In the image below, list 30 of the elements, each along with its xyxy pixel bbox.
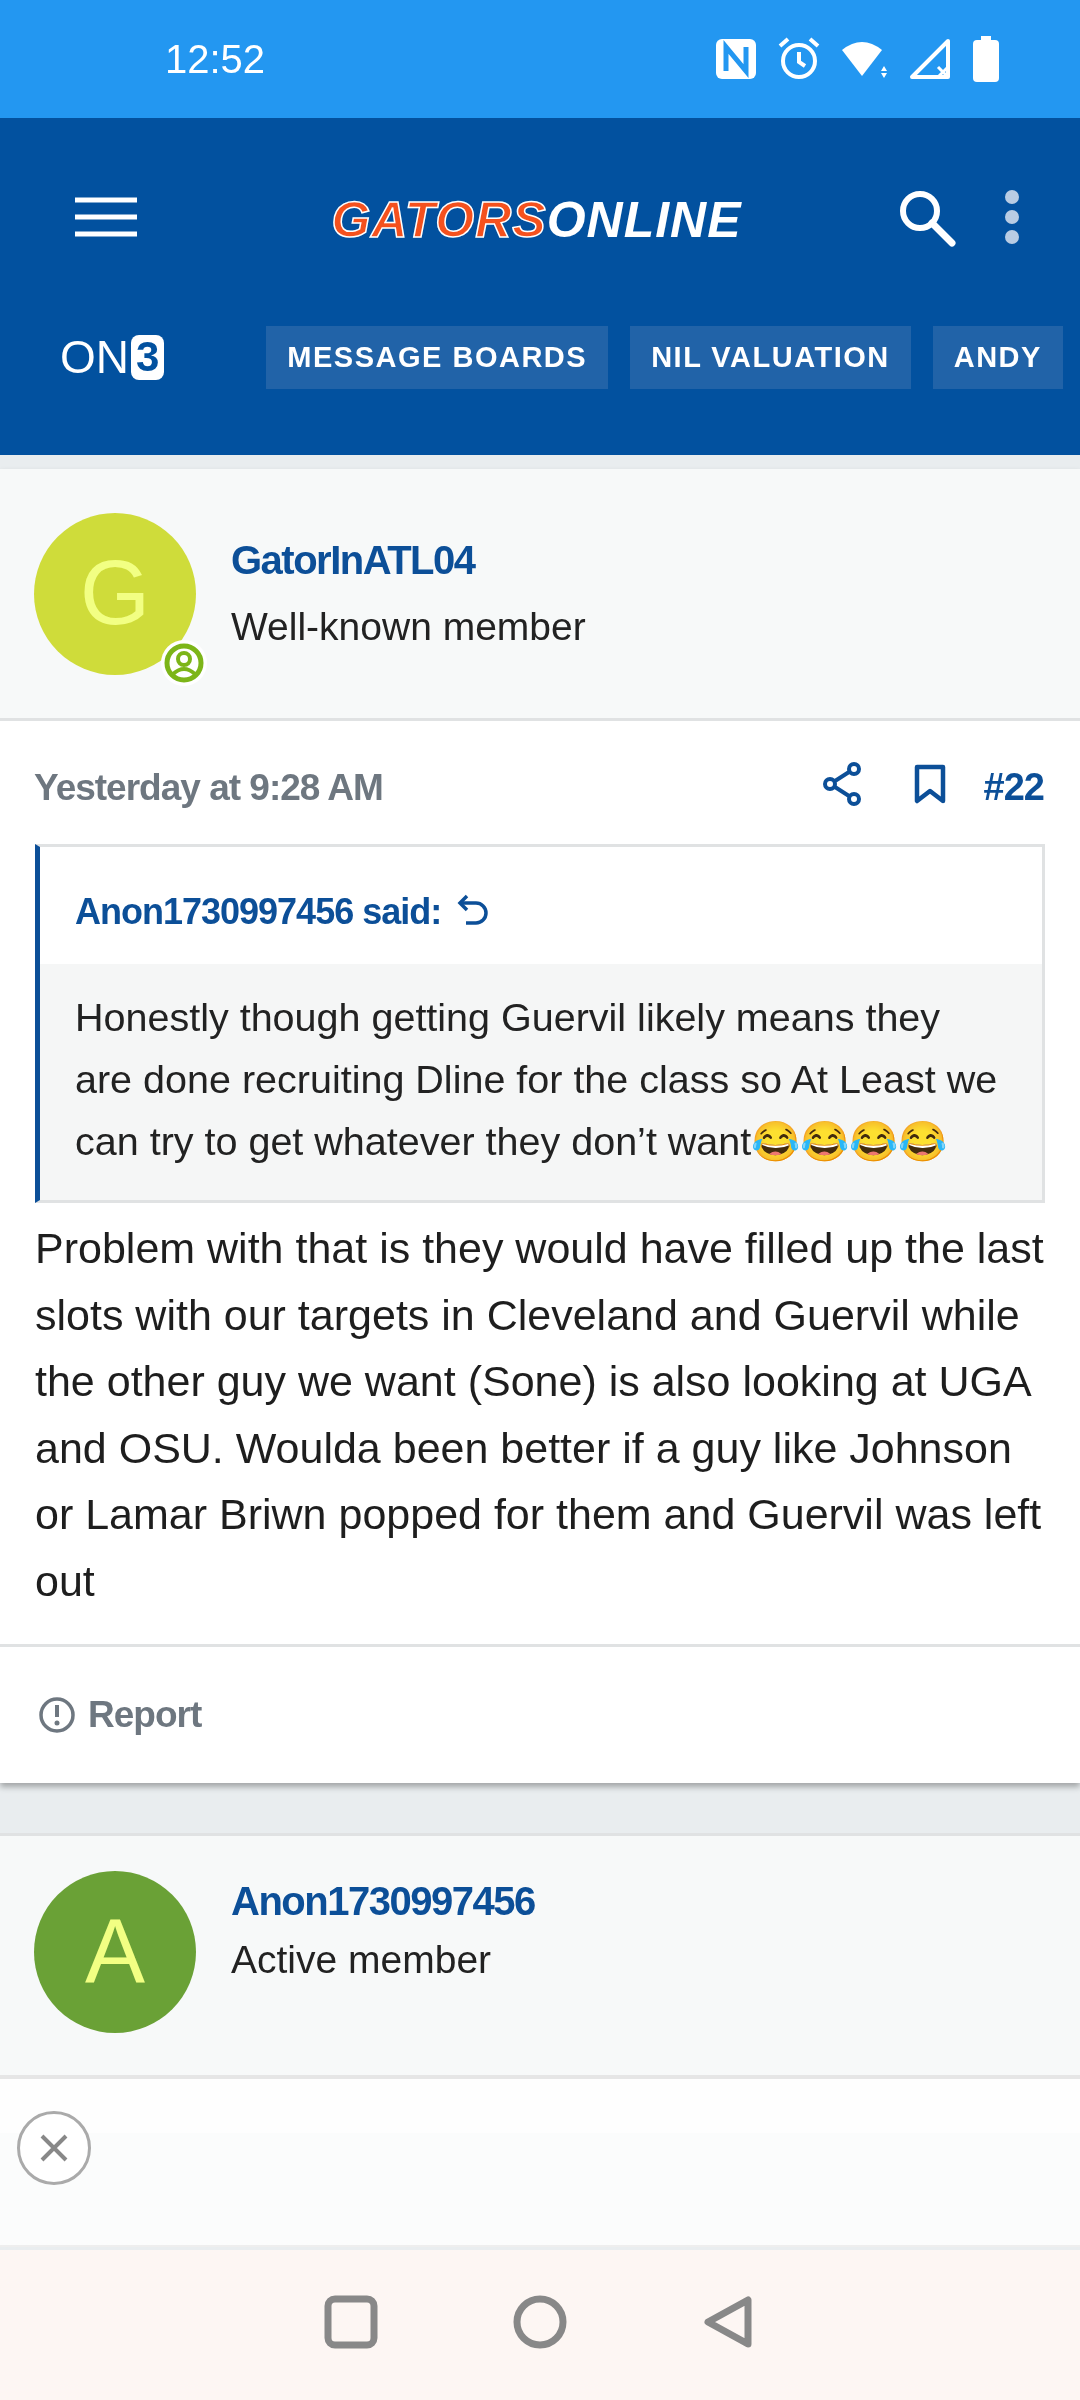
menu-icon	[75, 196, 137, 238]
battery-icon	[972, 36, 1000, 82]
nav-link[interactable]: ANDY	[932, 325, 1063, 390]
post-number-link[interactable]: #22	[983, 759, 1044, 816]
username-link[interactable]: Anon1730997456	[231, 1870, 535, 1931]
quote-author: Anon1730997456 said:	[75, 890, 442, 934]
circle-icon	[513, 2294, 567, 2349]
quote-text: Honestly though getting Guervil likely means they are done recruiting Dline for the class so At Least we can try to get whatever they don’t want😂😂😂😂	[40, 964, 1042, 1200]
more-icon	[1004, 189, 1020, 245]
network-logo[interactable]: ON 3	[60, 323, 165, 392]
member-role: Well-known member	[231, 604, 586, 651]
member-role: Active member	[231, 1936, 493, 1983]
avatar-initial: A	[85, 1900, 145, 2003]
avatar-initial: G	[80, 542, 150, 645]
nav-link[interactable]: MESSAGE BOARDS	[266, 325, 609, 390]
nav-link[interactable]: NIL VALUATION	[630, 325, 911, 390]
site-logo: GATORSONLINE	[330, 191, 743, 250]
username-link[interactable]: GatorInATL04	[231, 530, 586, 591]
post-timestamp: Yesterday at 9:28 AM	[34, 765, 383, 810]
report-button[interactable]: Report	[38, 1687, 202, 1743]
alert-circle-icon	[38, 1695, 76, 1734]
bookmark-icon	[913, 764, 946, 804]
share-icon	[821, 762, 862, 806]
status-time: 12:52	[165, 36, 266, 83]
alarm-icon	[776, 36, 822, 82]
square-icon	[324, 2294, 378, 2349]
close-icon	[39, 2133, 69, 2163]
user-badge-icon	[160, 638, 208, 687]
post-body: Problem with that is they would have filled up the last slots with our targets in Cleveland and Guervil while the other guy we want (Sone) is also looking at UGA and OSU. Woulda been better if a guy like Johnson or Lamar Briwn popped for them and Guervil was left out	[34, 1223, 1045, 1607]
nfc-icon	[714, 37, 758, 81]
